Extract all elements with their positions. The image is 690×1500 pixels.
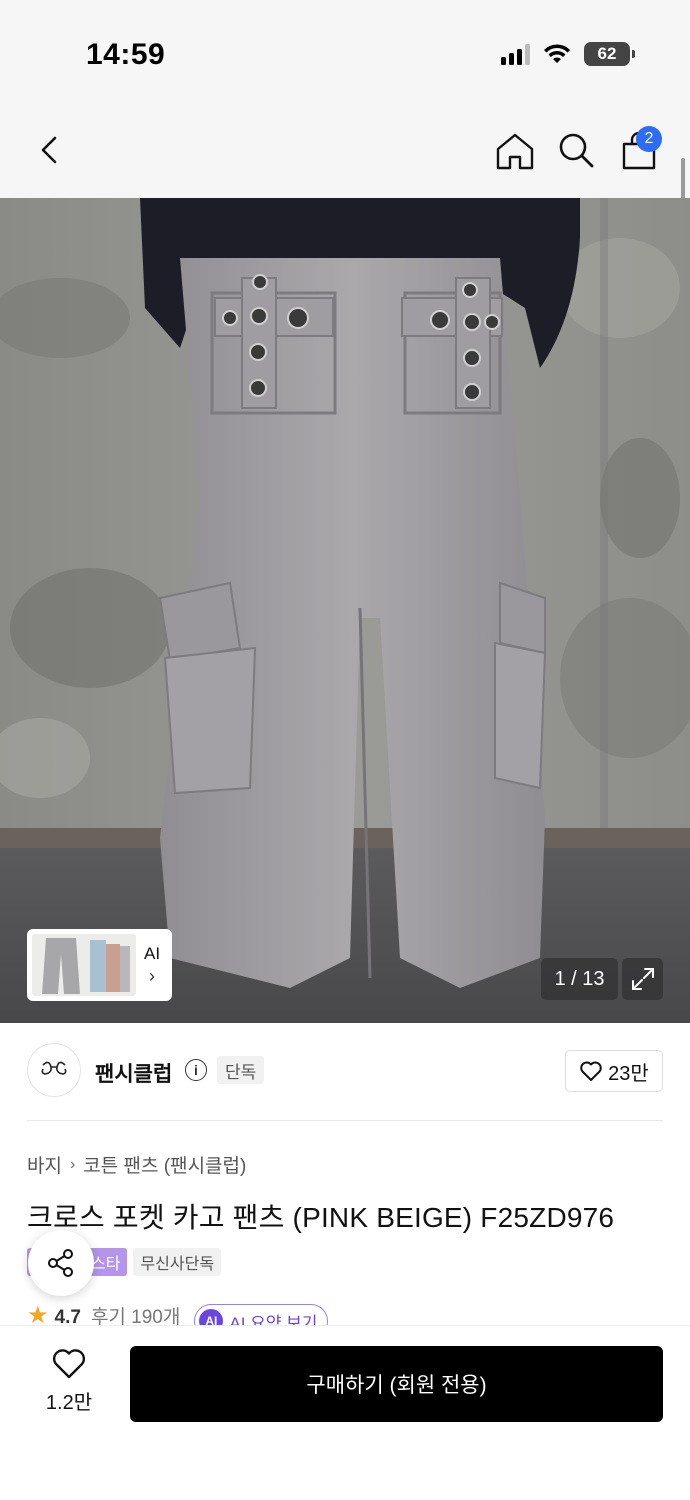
wifi-icon [544, 44, 570, 63]
ai-label: AI [144, 944, 161, 963]
brand-like-button[interactable]: 23만 [565, 1050, 663, 1092]
wishlist-count: 1.2만 [45, 1392, 93, 1414]
chevron-right-icon: › [69, 1155, 76, 1173]
signal-icon [501, 43, 530, 65]
exclusive-badge: 단독 [217, 1056, 265, 1084]
status-bar: 14:59 62 [0, 0, 690, 100]
back-icon[interactable] [30, 130, 70, 170]
search-icon[interactable] [556, 130, 596, 170]
nav-bar [0, 100, 690, 198]
ai-summary-button[interactable]: AI AI 요약 보기 [194, 1304, 329, 1327]
buy-button[interactable]: 구매하기 (회원 전용) [130, 1346, 663, 1422]
rating-row: ★ 4.7 후기 190개 AI AI 요약 보기 [27, 1304, 427, 1326]
ai-icon: AI [199, 1309, 224, 1326]
cart-count-badge: 2 [636, 126, 662, 152]
share-icon [48, 1249, 73, 1277]
info-icon[interactable]: i [185, 1059, 207, 1081]
rating-score: 4.7 [54, 1307, 81, 1326]
brand-name[interactable]: 팬시클럽 [95, 1058, 172, 1088]
brand-row: 팬시클럽 i 단독 23만 [27, 1043, 663, 1099]
image-counter: 1 / 13 [541, 958, 618, 1000]
breadcrumb-category[interactable]: 바지 [27, 1151, 62, 1178]
ai-recommend-card[interactable]: AI › [27, 929, 172, 1001]
brand-logo[interactable] [27, 1043, 81, 1097]
ai-thumbnail [32, 934, 136, 996]
musinsa-exclusive-badge: 무신사단독 [133, 1248, 222, 1276]
expand-button[interactable] [622, 958, 663, 1000]
ai-summary-label: AI 요약 보기 [229, 1313, 318, 1327]
wishlist-button[interactable]: 1.2만 [40, 1348, 98, 1415]
heart-icon [52, 1349, 86, 1379]
product-image[interactable] [0, 198, 690, 1023]
divider [27, 1120, 663, 1121]
share-button[interactable] [28, 1230, 94, 1296]
battery-icon: 62 [584, 42, 635, 66]
home-icon[interactable] [494, 130, 536, 172]
product-title: 크로스 포켓 카고 팬츠 (PINK BEIGE) F25ZD976 [27, 1202, 615, 1233]
heart-icon [580, 1061, 602, 1081]
expand-icon [631, 968, 654, 990]
status-time: 14:59 [86, 38, 166, 71]
star-icon: ★ [27, 1304, 49, 1326]
breadcrumb-subcategory[interactable]: 코튼 팬츠 (팬시클럽) [83, 1151, 246, 1178]
review-count[interactable]: 후기 190개 [91, 1304, 180, 1326]
breadcrumb: 바지 › 코튼 팬츠 (팬시클럽) [27, 1151, 246, 1178]
bottom-action-bar: 1.2만 구매하기 (회원 전용) [0, 1325, 690, 1500]
chevron-right-icon: › [149, 966, 156, 986]
brand-like-count: 23만 [608, 1062, 649, 1085]
